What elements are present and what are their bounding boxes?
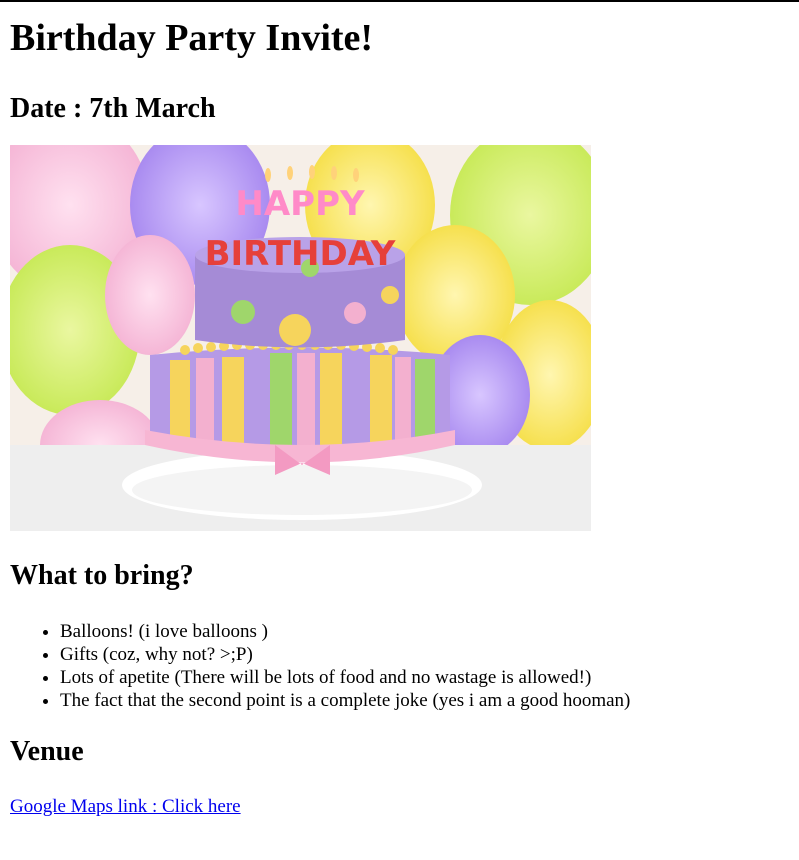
birthday-cake-image: HAPPY BIRTHDAY: [10, 145, 591, 531]
google-maps-link[interactable]: Google Maps link : Click here: [10, 795, 241, 818]
what-to-bring-heading: What to bring?: [10, 560, 194, 591]
svg-text:HAPPY: HAPPY: [235, 184, 365, 224]
list-item: Gifts (coz, why not? >;P): [60, 643, 630, 666]
list-item: The fact that the second point is a comp…: [60, 689, 630, 712]
list-item: Lots of apetite (There will be lots of f…: [60, 666, 630, 689]
list-item: Balloons! (i love balloons ): [60, 620, 630, 643]
birthday-cake-illustration: HAPPY BIRTHDAY: [10, 145, 591, 531]
event-date: Date : 7th March: [10, 93, 216, 124]
svg-text:BIRTHDAY: BIRTHDAY: [205, 234, 396, 274]
page: Birthday Party Invite! Date : 7th March: [0, 2, 799, 817]
page-title: Birthday Party Invite!: [10, 17, 374, 59]
bring-list: Balloons! (i love balloons ) Gifts (coz,…: [10, 620, 630, 712]
venue-heading: Venue: [10, 736, 84, 767]
